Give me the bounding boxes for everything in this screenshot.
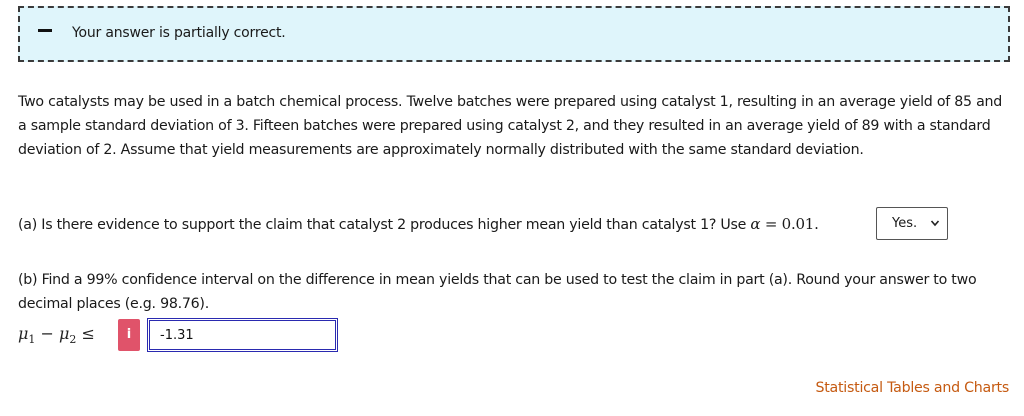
feedback-banner: Your answer is partially correct. [18,6,1010,62]
minus-icon [38,29,52,32]
leq-sign: ≤ [76,324,95,343]
feedback-message: Your answer is partially correct. [72,25,286,41]
part-a-text: (a) Is there evidence to support the cla… [18,217,751,233]
ci-formula: μ1 − μ2 ≤ [18,324,95,346]
part-b-question: (b) Find a 99% confidence interval on th… [18,272,977,312]
problem-statement: Two catalysts may be used in a batch che… [18,94,1003,158]
mu-1: μ [18,324,29,343]
minus-sign: − [35,324,59,343]
statistical-tables-link[interactable]: Statistical Tables and Charts [815,380,1009,396]
part-a-answer-select[interactable]: Yes. [876,207,948,240]
ci-answer-input[interactable] [147,318,338,352]
chevron-down-icon [930,220,940,227]
equals-sign: = [760,215,782,233]
info-icon[interactable]: i [118,319,140,351]
part-a-question: (a) Is there evidence to support the cla… [18,212,819,237]
alpha-value: 0.01 [781,215,815,233]
mu-2: μ [58,324,70,343]
period: . [814,215,819,233]
selected-answer: Yes. [892,216,918,231]
alpha-symbol: α [750,215,761,233]
